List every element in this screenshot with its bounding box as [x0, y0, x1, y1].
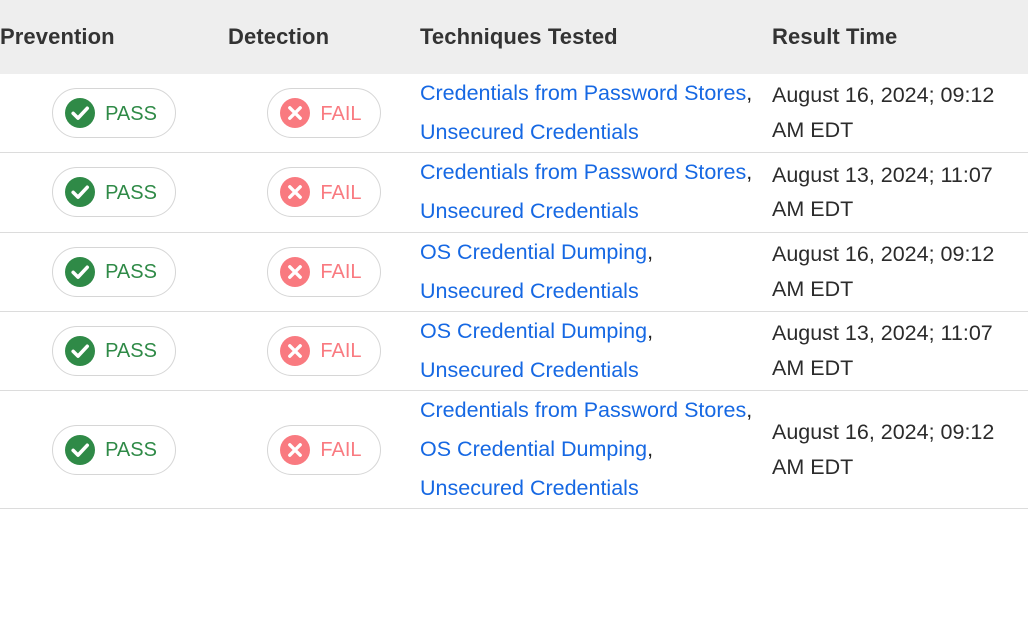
technique-link[interactable]: Unsecured Credentials — [420, 199, 639, 223]
technique-link[interactable]: OS Credential Dumping — [420, 437, 647, 461]
table-row: PASS FAIL Credentials from Password Stores… — [0, 390, 1028, 509]
cell-prevention: PASS — [0, 152, 228, 232]
prevention-status-badge: PASS — [52, 246, 176, 297]
prevention-status-badge: PASS — [52, 167, 176, 218]
status-badge-label: FAIL — [320, 181, 362, 204]
cell-result-time: August 13, 2024; 11:07 AM EDT — [772, 152, 1028, 232]
technique-separator: , — [746, 160, 753, 185]
technique-separator: , — [647, 437, 654, 462]
table-row: PASS FAIL Credentials from Password Stores… — [0, 74, 1028, 153]
x-circle-icon — [280, 434, 311, 465]
cell-result-time: August 16, 2024; 09:12 AM EDT — [772, 390, 1028, 509]
technique-link[interactable]: Unsecured Credentials — [420, 279, 639, 303]
technique-separator: , — [746, 81, 753, 105]
cell-result-time: August 13, 2024; 11:07 AM EDT — [772, 311, 1028, 391]
cell-techniques-tested: Credentials from Password Stores, Unsecur… — [420, 152, 772, 232]
cell-prevention: PASS — [0, 311, 228, 391]
table-body: PASS FAIL Credentials from Password Stores… — [0, 74, 1028, 509]
cell-techniques-tested: OS Credential Dumping, Unsecured Credenti… — [420, 311, 772, 391]
test-results-table: Prevention Detection Techniques Tested R… — [0, 0, 1028, 509]
technique-list: OS Credential Dumping, Unsecured Credenti… — [420, 233, 772, 311]
cell-prevention: PASS — [0, 74, 228, 153]
cell-detection: FAIL — [228, 74, 420, 153]
technique-link[interactable]: OS Credential Dumping — [420, 240, 647, 264]
column-header-prevention: Prevention — [0, 24, 115, 49]
technique-separator: , — [647, 318, 654, 343]
detection-status-badge: FAIL — [267, 325, 381, 376]
technique-link[interactable]: Unsecured Credentials — [420, 476, 639, 500]
cell-result-time: August 16, 2024; 09:12 AM EDT — [772, 232, 1028, 312]
technique-list: Credentials from Password Stores, Unsecur… — [420, 153, 772, 231]
technique-link[interactable]: Unsecured Credentials — [420, 358, 639, 382]
cell-prevention: PASS — [0, 390, 228, 509]
status-badge-label: PASS — [105, 439, 157, 462]
column-header-result-time: Result Time — [772, 24, 898, 49]
cell-detection: FAIL — [228, 152, 420, 232]
prevention-status-badge: PASS — [52, 325, 176, 376]
technique-list: Credentials from Password Stores, Unsecur… — [420, 74, 772, 152]
detection-status-badge: FAIL — [267, 424, 381, 475]
technique-separator: , — [647, 239, 654, 264]
technique-link[interactable]: OS Credential Dumping — [420, 319, 647, 343]
prevention-status-badge: PASS — [52, 88, 176, 139]
prevention-status-badge: PASS — [52, 424, 176, 475]
cell-prevention: PASS — [0, 232, 228, 312]
technique-link[interactable]: Credentials from Password Stores — [420, 160, 746, 184]
x-circle-icon — [280, 177, 311, 208]
table-row: PASS FAIL Credentials from Password Stores… — [0, 152, 1028, 232]
status-badge-label: PASS — [105, 340, 157, 363]
technique-separator: , — [746, 398, 753, 422]
status-badge-label: FAIL — [320, 261, 362, 284]
status-badge-label: PASS — [105, 181, 157, 204]
detection-status-badge: FAIL — [267, 246, 381, 297]
cell-result-time: August 16, 2024; 09:12 AM EDT — [772, 74, 1028, 153]
check-circle-icon — [65, 434, 96, 465]
cell-detection: FAIL — [228, 232, 420, 312]
check-circle-icon — [65, 335, 96, 366]
status-badge-label: PASS — [105, 102, 157, 125]
status-badge-label: FAIL — [320, 439, 362, 462]
column-header-techniques-tested: Techniques Tested — [420, 24, 618, 49]
x-circle-icon — [280, 335, 311, 366]
technique-link[interactable]: Credentials from Password Stores — [420, 81, 746, 105]
status-badge-label: PASS — [105, 261, 157, 284]
table-row: PASS FAIL OS Credential Dumping, Unsecured … — [0, 311, 1028, 391]
detection-status-badge: FAIL — [267, 88, 381, 139]
technique-list: OS Credential Dumping, Unsecured Credenti… — [420, 312, 772, 390]
x-circle-icon — [280, 256, 311, 287]
table-header: Prevention Detection Techniques Tested R… — [0, 0, 1028, 74]
detection-status-badge: FAIL — [267, 167, 381, 218]
column-header-detection: Detection — [228, 24, 330, 49]
check-circle-icon — [65, 256, 96, 287]
check-circle-icon — [65, 98, 96, 129]
cell-detection: FAIL — [228, 390, 420, 509]
table-row: PASS FAIL OS Credential Dumping, Unsecured … — [0, 232, 1028, 312]
table-header-row: Prevention Detection Techniques Tested R… — [0, 0, 1028, 74]
cell-techniques-tested: Credentials from Password Stores, Unsecur… — [420, 74, 772, 153]
cell-techniques-tested: OS Credential Dumping, Unsecured Credenti… — [420, 232, 772, 312]
technique-link[interactable]: Unsecured Credentials — [420, 120, 639, 144]
technique-list: Credentials from Password Stores, OS Cred… — [420, 391, 772, 508]
check-circle-icon — [65, 177, 96, 208]
x-circle-icon — [280, 98, 311, 129]
cell-techniques-tested: Credentials from Password Stores, OS Cred… — [420, 390, 772, 509]
technique-link[interactable]: Credentials from Password Stores — [420, 398, 746, 422]
cell-detection: FAIL — [228, 311, 420, 391]
status-badge-label: FAIL — [320, 102, 362, 125]
status-badge-label: FAIL — [320, 340, 362, 363]
